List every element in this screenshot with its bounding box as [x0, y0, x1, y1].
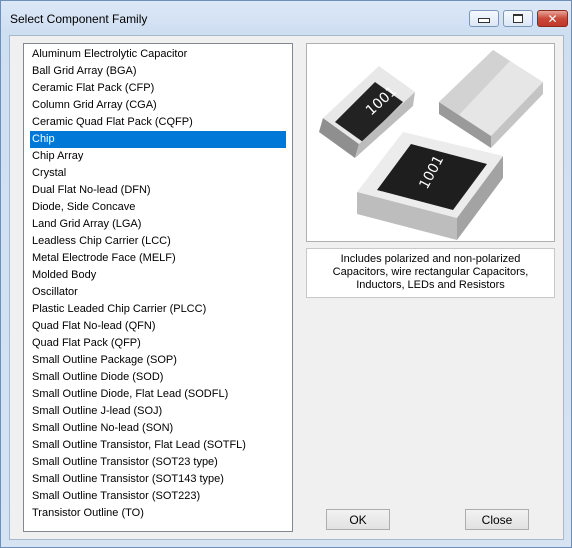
list-item[interactable]: Leadless Chip Carrier (LCC)	[30, 233, 286, 250]
list-item[interactable]: Oscillator	[30, 284, 286, 301]
list-item[interactable]: Small Outline Transistor (SOT223)	[30, 488, 286, 505]
list-item[interactable]: Ceramic Flat Pack (CFP)	[30, 80, 286, 97]
window-title: Select Component Family	[10, 12, 148, 26]
component-description: Includes polarized and non-polarized Cap…	[306, 248, 555, 298]
maximize-icon	[513, 14, 523, 23]
list-item[interactable]: Small Outline Transistor, Flat Lead (SOT…	[30, 437, 286, 454]
list-item[interactable]: Aluminum Electrolytic Capacitor	[30, 46, 286, 63]
list-item[interactable]: Small Outline No-lead (SON)	[30, 420, 286, 437]
list-item[interactable]: Diode, Side Concave	[30, 199, 286, 216]
list-item[interactable]: Molded Body	[30, 267, 286, 284]
minimize-button[interactable]	[469, 10, 499, 27]
minimize-icon	[478, 18, 490, 23]
list-item[interactable]: Crystal	[30, 165, 286, 182]
chip-image-bottom: 1001	[357, 132, 503, 240]
component-family-list[interactable]: Aluminum Electrolytic Capacitor Ball Grid…	[23, 43, 293, 532]
list-item[interactable]: Dual Flat No-lead (DFN)	[30, 182, 286, 199]
dialog-window: Select Component Family ✕ Aluminum Elect…	[0, 0, 572, 548]
list-item[interactable]: Small Outline J-lead (SOJ)	[30, 403, 286, 420]
maximize-button[interactable]	[503, 10, 533, 27]
title-bar[interactable]: Select Component Family ✕	[1, 1, 571, 35]
list-item[interactable]: Ball Grid Array (BGA)	[30, 63, 286, 80]
chip-preview-image: 1001 1001	[319, 50, 543, 240]
list-item[interactable]: Column Grid Array (CGA)	[30, 97, 286, 114]
list-item[interactable]: Land Grid Array (LGA)	[30, 216, 286, 233]
ok-button[interactable]: OK	[326, 509, 390, 530]
list-item[interactable]: Chip	[30, 131, 286, 148]
list-item[interactable]: Transistor Outline (TO)	[30, 505, 286, 522]
window-close-button[interactable]: ✕	[537, 10, 568, 27]
list-item[interactable]: Metal Electrode Face (MELF)	[30, 250, 286, 267]
list-item[interactable]: Small Outline Transistor (SOT143 type)	[30, 471, 286, 488]
component-preview: 1001 1001	[306, 43, 555, 242]
list-item[interactable]: Small Outline Diode (SOD)	[30, 369, 286, 386]
close-button[interactable]: Close	[465, 509, 529, 530]
list-item[interactable]: Small Outline Package (SOP)	[30, 352, 286, 369]
list-item[interactable]: Quad Flat No-lead (QFN)	[30, 318, 286, 335]
list-item[interactable]: Small Outline Transistor (SOT23 type)	[30, 454, 286, 471]
list-item[interactable]: Plastic Leaded Chip Carrier (PLCC)	[30, 301, 286, 318]
list-item[interactable]: Quad Flat Pack (QFP)	[30, 335, 286, 352]
chip-image-right	[439, 50, 543, 148]
close-icon: ✕	[547, 11, 558, 26]
list-item[interactable]: Chip Array	[30, 148, 286, 165]
list-item[interactable]: Small Outline Diode, Flat Lead (SODFL)	[30, 386, 286, 403]
dialog-content: Aluminum Electrolytic Capacitor Ball Grid…	[9, 35, 564, 540]
list-item[interactable]: Ceramic Quad Flat Pack (CQFP)	[30, 114, 286, 131]
